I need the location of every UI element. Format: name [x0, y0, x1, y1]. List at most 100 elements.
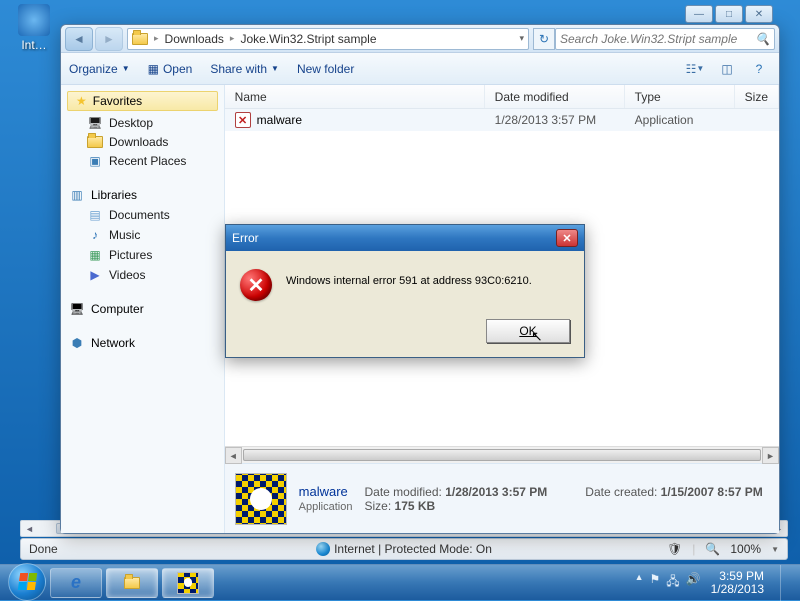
details-title: malware	[299, 484, 348, 499]
nav-downloads[interactable]: Downloads	[61, 133, 224, 151]
videos-icon: ▶	[87, 267, 103, 283]
clock-date: 1/28/2013	[711, 583, 764, 596]
zoom-dropdown-icon[interactable]: ▼	[771, 545, 779, 554]
taskbar-explorer[interactable]	[106, 568, 158, 598]
globe-icon	[316, 542, 330, 556]
details-date-modified: 1/28/2013 3:57 PM	[445, 485, 547, 499]
refresh-icon: ↻	[539, 32, 549, 46]
computer-header[interactable]: 🖥Computer	[61, 299, 224, 319]
clock-time: 3:59 PM	[711, 570, 764, 583]
new-folder-button[interactable]: New folder	[297, 62, 354, 76]
desktop-icon: 🖥	[87, 115, 103, 131]
dialog-title: Error	[232, 231, 259, 245]
breadcrumb-downloads[interactable]: Downloads	[165, 32, 224, 46]
libraries-header[interactable]: ▥Libraries	[61, 185, 224, 205]
chevron-right-icon[interactable]: ▸	[230, 33, 235, 44]
network-header[interactable]: ⬢Network	[61, 333, 224, 353]
preview-pane-button[interactable]: ◫	[715, 58, 739, 80]
nav-recent-places[interactable]: ▣Recent Places	[61, 151, 224, 171]
column-headers[interactable]: Name Date modified Type Size	[225, 85, 779, 109]
favorites-header[interactable]: ★Favorites	[67, 91, 218, 111]
file-type: Application	[625, 113, 735, 127]
error-dialog: Error ✕ ✕ Windows internal error 591 at …	[225, 224, 585, 358]
nav-forward-button[interactable]: ►	[95, 27, 123, 51]
folder-icon	[87, 136, 103, 148]
search-input[interactable]	[560, 32, 755, 46]
refresh-button[interactable]: ↻	[533, 28, 555, 50]
tray-network-icon[interactable]: 🖧	[666, 572, 679, 593]
taskbar-ie[interactable]: e	[50, 568, 102, 598]
column-type[interactable]: Type	[625, 85, 735, 108]
taskbar-clock[interactable]: 3:59 PM 1/28/2013	[711, 570, 764, 596]
file-date: 1/28/2013 3:57 PM	[485, 113, 625, 127]
dialog-close-button[interactable]: ✕	[556, 229, 578, 247]
details-size: 175 KB	[395, 499, 436, 513]
documents-icon: ▤	[87, 207, 103, 223]
ie-icon: e	[71, 572, 81, 593]
star-icon: ★	[76, 94, 87, 108]
minimize-button[interactable]: —	[685, 5, 713, 23]
tray-volume-icon[interactable]: 🔊	[686, 572, 701, 593]
malware-file-icon	[235, 112, 251, 128]
scroll-left-icon[interactable]: ◄	[21, 521, 38, 536]
recent-icon: ▣	[87, 153, 103, 169]
status-done: Done	[29, 542, 58, 556]
nav-back-button[interactable]: ◄	[65, 27, 93, 51]
navigation-pane: ★Favorites 🖥Desktop Downloads ▣Recent Pl…	[61, 85, 225, 533]
taskbar-malware[interactable]	[162, 568, 214, 598]
malware-icon	[177, 572, 199, 594]
file-name: malware	[257, 113, 302, 127]
search-box[interactable]: 🔍	[555, 28, 775, 50]
view-options-button[interactable]: ☷▼	[683, 58, 707, 80]
taskbar: e ▲ ⚑ 🖧 🔊 3:59 PM 1/28/2013	[0, 564, 800, 600]
maximize-button[interactable]: □	[715, 5, 743, 23]
start-button[interactable]	[8, 563, 46, 601]
organize-menu[interactable]: Organize▼	[69, 62, 130, 76]
computer-icon: 🖥	[69, 301, 85, 317]
nav-pictures[interactable]: ▦Pictures	[61, 245, 224, 265]
help-button[interactable]: ?	[747, 58, 771, 80]
address-bar[interactable]: ▸ Downloads ▸ Joke.Win32.Stript sample ▾	[127, 28, 529, 50]
open-button[interactable]: ▦Open	[148, 62, 193, 76]
search-icon[interactable]: 🔍	[755, 32, 770, 46]
nav-videos[interactable]: ▶Videos	[61, 265, 224, 285]
scroll-left-icon[interactable]: ◄	[225, 447, 242, 464]
chevron-right-icon[interactable]: ▸	[154, 33, 159, 44]
share-menu[interactable]: Share with▼	[210, 62, 279, 76]
command-bar: Organize▼ ▦Open Share with▼ New folder ☷…	[61, 53, 779, 85]
security-zone-icon[interactable]: 🛡	[667, 542, 682, 556]
column-date[interactable]: Date modified	[485, 85, 625, 108]
dialog-titlebar[interactable]: Error ✕	[226, 225, 584, 251]
show-desktop-button[interactable]	[780, 565, 792, 601]
nav-desktop[interactable]: 🖥Desktop	[61, 113, 224, 133]
chevron-down-icon: ▼	[122, 64, 130, 73]
file-row[interactable]: malware 1/28/2013 3:57 PM Application	[225, 109, 779, 131]
titlebar[interactable]: ◄ ► ▸ Downloads ▸ Joke.Win32.Stript samp…	[61, 25, 779, 53]
tray-flag-icon[interactable]: ⚑	[650, 572, 661, 593]
dialog-message: Windows internal error 591 at address 93…	[286, 269, 570, 287]
tray-chevron-icon[interactable]: ▲	[635, 572, 644, 593]
zoom-icon[interactable]: 🔍	[705, 542, 720, 556]
column-size[interactable]: Size	[735, 85, 779, 108]
nav-music[interactable]: ♪Music	[61, 225, 224, 245]
scroll-right-icon[interactable]: ►	[762, 447, 779, 464]
close-button[interactable]: ✕	[745, 5, 773, 23]
nav-documents[interactable]: ▤Documents	[61, 205, 224, 225]
scrollbar-thumb[interactable]	[243, 449, 761, 461]
column-name[interactable]: Name	[225, 85, 485, 108]
ok-button[interactable]: OK ↖	[486, 319, 570, 343]
libraries-icon: ▥	[69, 187, 85, 203]
details-subtitle: Application	[299, 501, 353, 513]
address-dropdown-icon[interactable]: ▾	[519, 33, 524, 44]
breadcrumb-current[interactable]: Joke.Win32.Stript sample	[240, 32, 376, 46]
music-icon: ♪	[87, 227, 103, 243]
protected-mode-text: Internet | Protected Mode: On	[334, 542, 492, 556]
details-date-created: 1/15/2007 8:57 PM	[661, 485, 763, 499]
zoom-level[interactable]: 100%	[730, 542, 761, 556]
details-pane: malware Application Date modified: 1/28/…	[225, 463, 779, 533]
file-thumbnail-icon	[235, 473, 287, 525]
network-icon: ⬢	[69, 335, 85, 351]
content-scrollbar[interactable]: ◄ ►	[225, 446, 779, 463]
folder-icon	[124, 577, 140, 589]
desktop-shortcut[interactable]: Int…	[4, 4, 64, 52]
